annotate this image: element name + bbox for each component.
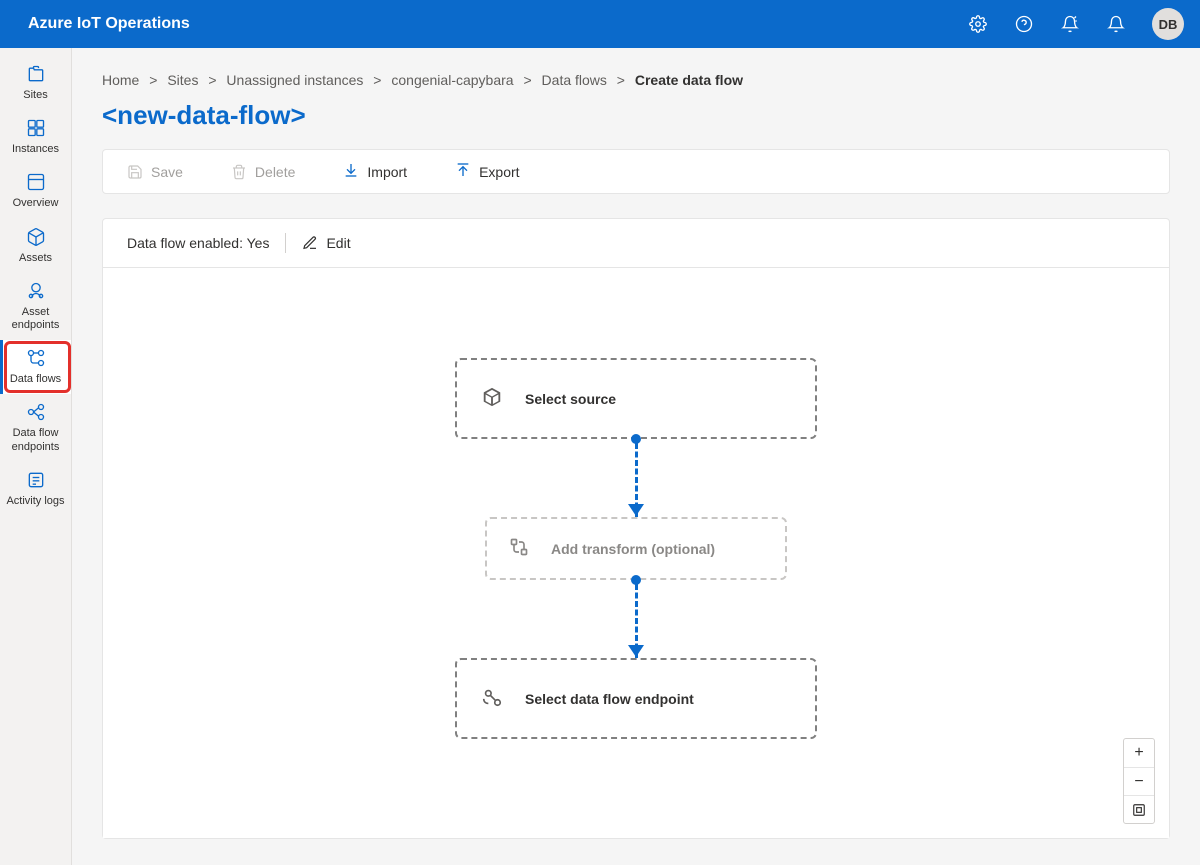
brand-title: Azure IoT Operations	[28, 15, 964, 33]
add-transform-node[interactable]: Add transform (optional)	[485, 517, 787, 580]
zoom-fit-button[interactable]	[1124, 795, 1154, 823]
breadcrumb-sep: >	[523, 72, 531, 88]
avatar[interactable]: DB	[1152, 8, 1184, 40]
transform-icon	[509, 537, 529, 560]
sidebar-item-label: Data flows	[10, 373, 61, 386]
sidebar-item-instances[interactable]: Instances	[0, 110, 71, 164]
sidebar-item-asset-endpoints[interactable]: Asset endpoints	[0, 273, 71, 340]
help-icon[interactable]	[1010, 10, 1038, 38]
import-label: Import	[367, 164, 407, 180]
canvas[interactable]: Select source	[103, 268, 1169, 838]
export-button[interactable]: Export	[455, 162, 519, 181]
breadcrumb: Home > Sites > Unassigned instances > co…	[102, 72, 1170, 88]
flow-graph: Select source	[455, 358, 817, 739]
breadcrumb-sep: >	[617, 72, 625, 88]
sidebar-item-label: Sites	[23, 89, 47, 102]
assets-icon	[26, 227, 46, 250]
activity-logs-icon	[26, 470, 46, 493]
select-source-label: Select source	[525, 391, 616, 407]
sidebar-item-data-flow-endpoints[interactable]: Data flow endpoints	[0, 394, 71, 461]
cube-icon	[481, 386, 503, 411]
breadcrumb-unassigned[interactable]: Unassigned instances	[226, 72, 363, 88]
edit-button[interactable]: Edit	[302, 235, 350, 251]
breadcrumb-sep: >	[149, 72, 157, 88]
sidebar-item-label: Activity logs	[6, 495, 64, 508]
add-transform-label: Add transform (optional)	[551, 541, 715, 557]
data-flow-enabled-status: Data flow enabled: Yes	[127, 235, 269, 251]
settings-icon[interactable]	[964, 10, 992, 38]
import-icon	[343, 162, 359, 181]
sidebar: Sites Instances Overview Assets Asset en…	[0, 48, 72, 865]
save-button[interactable]: Save	[127, 164, 183, 180]
zoom-controls: + −	[1123, 738, 1155, 824]
select-endpoint-label: Select data flow endpoint	[525, 691, 694, 707]
import-button[interactable]: Import	[343, 162, 407, 181]
sidebar-item-label: Instances	[12, 143, 59, 156]
breadcrumb-sep: >	[208, 72, 216, 88]
export-icon	[455, 162, 471, 181]
overview-icon	[26, 172, 46, 195]
connector-arrow	[635, 580, 637, 658]
sidebar-item-overview[interactable]: Overview	[0, 164, 71, 218]
toolbar: Save Delete Import Export	[102, 149, 1170, 194]
select-endpoint-node[interactable]: Select data flow endpoint	[455, 658, 817, 739]
breadcrumb-dataflows[interactable]: Data flows	[542, 72, 607, 88]
sidebar-item-label: Overview	[13, 197, 59, 210]
sidebar-item-label: Asset endpoints	[2, 306, 69, 332]
enabled-bar: Data flow enabled: Yes Edit	[103, 219, 1169, 268]
sidebar-item-sites[interactable]: Sites	[0, 56, 71, 110]
sites-icon	[26, 64, 46, 87]
whats-new-icon[interactable]	[1056, 10, 1084, 38]
save-label: Save	[151, 164, 183, 180]
page-title: <new-data-flow>	[102, 100, 1170, 131]
delete-button[interactable]: Delete	[231, 164, 295, 180]
canvas-card: Data flow enabled: Yes Edit Se	[102, 218, 1170, 839]
delete-label: Delete	[255, 164, 295, 180]
zoom-out-button[interactable]: −	[1124, 767, 1154, 795]
data-flows-icon	[26, 348, 46, 371]
sidebar-item-label: Assets	[19, 252, 52, 265]
sidebar-item-data-flows[interactable]: Data flows	[0, 340, 71, 394]
notifications-icon[interactable]	[1102, 10, 1130, 38]
divider	[285, 233, 286, 253]
top-bar: Azure IoT Operations DB	[0, 0, 1200, 48]
breadcrumb-instance[interactable]: congenial-capybara	[391, 72, 513, 88]
zoom-in-button[interactable]: +	[1124, 739, 1154, 767]
connector-arrow	[635, 439, 637, 517]
select-source-node[interactable]: Select source	[455, 358, 817, 439]
breadcrumb-sep: >	[373, 72, 381, 88]
edit-label: Edit	[326, 235, 350, 251]
data-flow-endpoints-icon	[26, 402, 46, 425]
breadcrumb-home[interactable]: Home	[102, 72, 139, 88]
sidebar-item-assets[interactable]: Assets	[0, 219, 71, 273]
topbar-actions: DB	[964, 8, 1184, 40]
sidebar-item-activity-logs[interactable]: Activity logs	[0, 462, 71, 516]
sidebar-item-label: Data flow endpoints	[2, 427, 69, 453]
breadcrumb-sites[interactable]: Sites	[167, 72, 198, 88]
endpoint-icon	[481, 686, 503, 711]
instances-icon	[26, 118, 46, 141]
breadcrumb-current: Create data flow	[635, 72, 743, 88]
export-label: Export	[479, 164, 519, 180]
asset-endpoints-icon	[26, 281, 46, 304]
main-content: Home > Sites > Unassigned instances > co…	[72, 48, 1200, 865]
